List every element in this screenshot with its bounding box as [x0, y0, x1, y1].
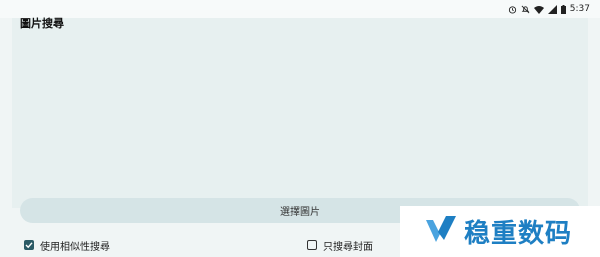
mute-icon	[521, 5, 530, 14]
status-bar: 5:37	[0, 0, 600, 18]
covers-only-option[interactable]: 只搜尋封面	[307, 237, 373, 253]
alarm-icon	[508, 5, 517, 14]
image-drop-area[interactable]: 圖片搜尋	[12, 17, 588, 208]
similarity-search-option[interactable]: 使用相似性搜尋	[24, 237, 110, 253]
status-icons: 5:37	[508, 3, 590, 15]
watermark-logo-icon	[424, 214, 458, 250]
signal-icon	[547, 4, 557, 14]
covers-only-checkbox[interactable]	[307, 240, 317, 250]
checkmark-icon	[25, 242, 33, 249]
battery-icon	[560, 4, 566, 14]
covers-only-label: 只搜尋封面	[323, 241, 373, 253]
watermark-text: 稳重数码	[464, 219, 573, 249]
similarity-search-label: 使用相似性搜尋	[40, 241, 110, 253]
page-title: 圖片搜尋	[20, 17, 64, 30]
similarity-search-checkbox[interactable]	[24, 240, 34, 250]
wifi-icon	[533, 5, 544, 14]
clock: 5:37	[569, 4, 590, 14]
watermark: 稳重数码	[400, 206, 600, 257]
